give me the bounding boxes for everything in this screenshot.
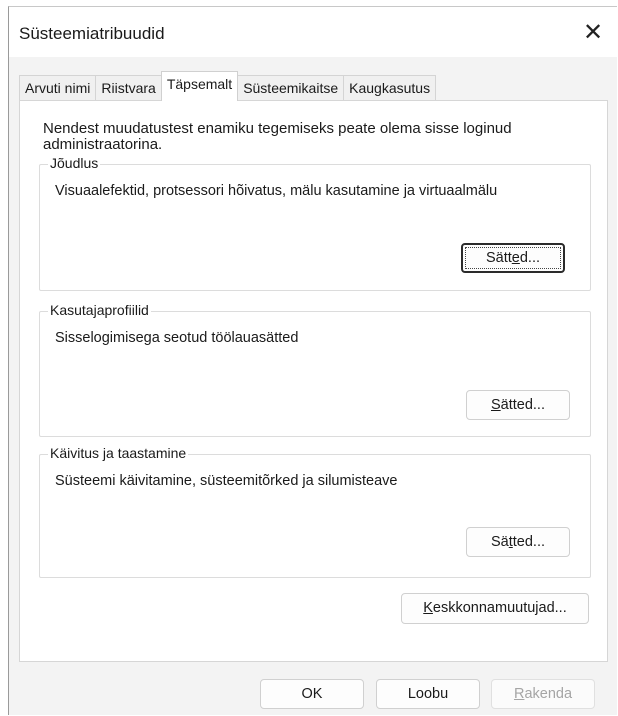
close-icon[interactable]: ✕ [569, 7, 617, 57]
tab-hardware[interactable]: Riistvara [95, 75, 162, 101]
tab-system-protection[interactable]: Süsteemikaitse [237, 75, 345, 101]
performance-settings-button[interactable]: Sätted... [461, 243, 565, 273]
apply-label-post: akenda [524, 686, 573, 702]
profiles-settings-label-post: ätted... [500, 397, 545, 413]
profiles-settings-accel: S [490, 397, 501, 413]
title-bar: Süsteemiatribuudid ✕ [9, 7, 617, 57]
user-profiles-group: Kasutajaprofiilid Sisselogimisega seotud… [39, 302, 591, 437]
startup-settings-label-pre: Sä [490, 534, 509, 550]
performance-settings-accel: e [511, 250, 520, 266]
ok-button[interactable]: OK [260, 679, 364, 709]
startup-recovery-group-title: Käivitus ja taastamine [48, 445, 189, 461]
tab-advanced[interactable]: Täpsemalt [160, 71, 239, 101]
advanced-tab-panel: Nendest muudatustest enamiku tegemiseks … [19, 100, 608, 662]
tab-strip: Arvuti nimi Riistvara Täpsemalt Süsteemi… [19, 71, 437, 101]
cancel-button[interactable]: Loobu [376, 679, 480, 709]
performance-settings-label-post: d... [519, 250, 541, 266]
startup-settings-label-post: ted... [512, 534, 546, 550]
env-label-post: eskkonnamuutujad... [432, 600, 567, 616]
user-profiles-description: Sisselogimisega seotud töölauasätted [55, 330, 299, 346]
window-title: Süsteemiatribuudid [19, 24, 165, 43]
startup-recovery-settings-button[interactable]: Sätted... [466, 527, 570, 557]
environment-variables-button[interactable]: Keskkonnamuutujad... [401, 593, 589, 624]
env-accel: K [423, 600, 433, 616]
startup-recovery-description: Süsteemi käivitamine, süsteemitõrked ja … [55, 473, 398, 489]
user-profiles-settings-button[interactable]: Sätted... [466, 390, 570, 420]
system-properties-window: Süsteemiatribuudid ✕ Arvuti nimi Riistva… [8, 6, 617, 715]
dialog-body: Arvuti nimi Riistvara Täpsemalt Süsteemi… [9, 57, 617, 715]
performance-group: Jõudlus Visuaalefektid, protsessori hõiv… [39, 155, 591, 291]
performance-settings-label-pre: Sätt [485, 250, 512, 266]
tab-remote[interactable]: Kaugkasutus [343, 75, 437, 101]
admin-notice: Nendest muudatustest enamiku tegemiseks … [43, 121, 512, 150]
performance-group-title: Jõudlus [48, 155, 101, 171]
apply-accel: R [513, 686, 525, 702]
user-profiles-group-title: Kasutajaprofiilid [48, 302, 151, 318]
startup-recovery-group: Käivitus ja taastamine Süsteemi käivitam… [39, 445, 591, 578]
apply-button[interactable]: Rakenda [491, 679, 595, 709]
performance-description: Visuaalefektid, protsessori hõivatus, mä… [55, 183, 498, 199]
tab-computer-name[interactable]: Arvuti nimi [19, 75, 97, 101]
